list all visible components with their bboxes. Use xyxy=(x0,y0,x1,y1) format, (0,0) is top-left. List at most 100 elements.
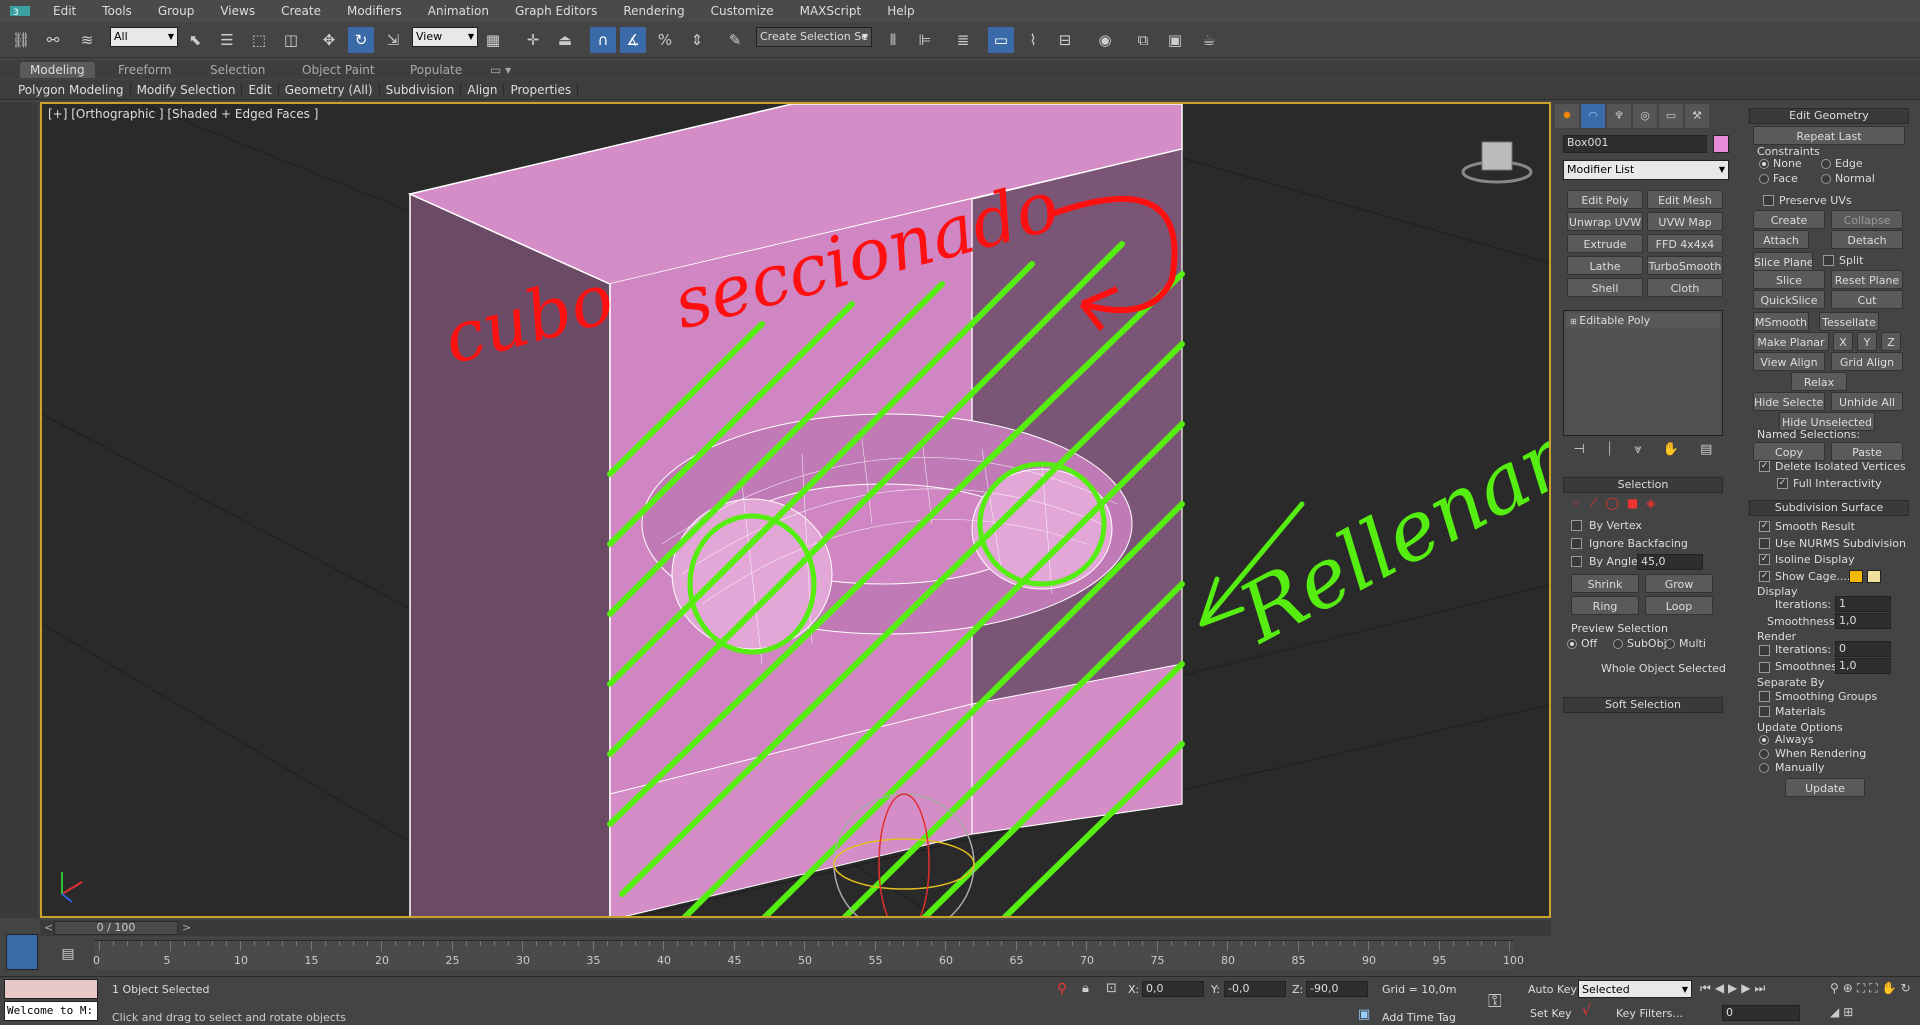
pin-stack-icon[interactable]: ⊣ xyxy=(1574,442,1585,462)
hierarchy-tab-icon[interactable]: ♆ xyxy=(1607,104,1631,128)
menu-help[interactable]: Help xyxy=(874,0,927,22)
maxscript-listener-pink[interactable] xyxy=(4,979,98,999)
menu-animation[interactable]: Animation xyxy=(415,0,502,22)
isoline-checkbox[interactable]: ✓ xyxy=(1759,554,1770,565)
expand-icon[interactable]: ⊞ xyxy=(1570,317,1579,326)
polygon-level-icon[interactable]: ■ xyxy=(1627,496,1638,514)
keyboard-shortcut-icon[interactable]: ⏏ xyxy=(552,27,578,53)
menu-tools[interactable]: Tools xyxy=(89,0,145,22)
link-icon[interactable]: ⛓ xyxy=(8,27,34,53)
menu-group[interactable]: Group xyxy=(145,0,208,22)
set-key-icon[interactable]: ⚿ xyxy=(1488,991,1502,1012)
object-color-swatch[interactable] xyxy=(1713,135,1729,153)
orbit-icon[interactable]: ↻ xyxy=(1901,981,1911,1001)
planar-z-button[interactable]: Z xyxy=(1881,332,1901,351)
turbosmooth-button[interactable]: TurboSmooth xyxy=(1647,256,1723,275)
maximize-viewport-icon[interactable]: ⊞ xyxy=(1843,1005,1853,1024)
modifier-stack[interactable]: ⊞ Editable Poly xyxy=(1563,310,1723,436)
ffd-button[interactable]: FFD 4x4x4 xyxy=(1647,234,1723,253)
menu-graph-editors[interactable]: Graph Editors xyxy=(502,0,610,22)
stack-item-editable-poly[interactable]: ⊞ Editable Poly xyxy=(1566,313,1720,328)
grow-button[interactable]: Grow xyxy=(1645,574,1713,593)
cut-button[interactable]: Cut xyxy=(1831,290,1903,309)
unwrap-uvw-button[interactable]: Unwrap UVW xyxy=(1567,212,1643,231)
ribbon-polygon-modeling[interactable]: Polygon Modeling xyxy=(12,82,131,97)
ribbon-modify-selection[interactable]: Modify Selection xyxy=(131,82,243,97)
menu-create[interactable]: Create xyxy=(268,0,334,22)
loop-button[interactable]: Loop xyxy=(1645,596,1713,615)
unhide-all-button[interactable]: Unhide All xyxy=(1831,392,1903,411)
by-angle-checkbox[interactable] xyxy=(1571,556,1582,567)
preview-subobj-radio[interactable] xyxy=(1613,639,1623,649)
shell-button[interactable]: Shell xyxy=(1567,278,1643,297)
smoothing-groups-checkbox[interactable] xyxy=(1759,691,1770,702)
manipulate-icon[interactable]: ✛ xyxy=(520,27,546,53)
menu-edit[interactable]: Edit xyxy=(40,0,89,22)
time-slider[interactable]: < 0 / 100 > xyxy=(40,920,1551,936)
pan-icon[interactable]: ✋ xyxy=(1882,981,1897,1001)
constraint-edge-radio[interactable] xyxy=(1821,159,1831,169)
cloth-button[interactable]: Cloth xyxy=(1647,278,1723,297)
time-next-icon[interactable]: > xyxy=(182,921,191,934)
msmooth-button[interactable]: MSmooth xyxy=(1753,312,1809,331)
split-checkbox[interactable] xyxy=(1823,255,1834,266)
isolate-selection-icon[interactable]: ⚲ xyxy=(1057,981,1067,997)
select-object-icon[interactable]: ⬉ xyxy=(182,27,208,53)
menu-maxscript[interactable]: MAXScript xyxy=(787,0,875,22)
planar-x-button[interactable]: X xyxy=(1833,332,1853,351)
full-interactivity-checkbox[interactable]: ✓ xyxy=(1777,478,1788,489)
update-when-rendering-radio[interactable] xyxy=(1759,749,1769,759)
key-mode-dropdown[interactable]: Selected xyxy=(1578,980,1692,999)
copy-button[interactable]: Copy xyxy=(1753,442,1825,461)
materials-checkbox[interactable] xyxy=(1759,706,1770,717)
ignore-backfacing-checkbox[interactable] xyxy=(1571,538,1582,549)
prev-frame-icon[interactable]: ◀︎ xyxy=(1715,981,1724,999)
cage-color-swatch[interactable] xyxy=(1849,570,1863,583)
selection-filter-dropdown[interactable]: All xyxy=(110,27,178,47)
selection-rollout-header[interactable]: Selection xyxy=(1563,477,1723,493)
add-time-tag-icon[interactable]: ▣ xyxy=(1358,1007,1370,1022)
rect-selection-icon[interactable]: ⬚ xyxy=(246,27,272,53)
edit-named-sets-icon[interactable]: ✎ xyxy=(722,27,748,53)
go-to-start-icon[interactable]: ⏮ xyxy=(1700,981,1711,999)
ribbon-edit[interactable]: Edit xyxy=(242,82,279,97)
paste-button[interactable]: Paste xyxy=(1831,442,1903,461)
time-prev-icon[interactable]: < xyxy=(44,921,53,934)
edge-level-icon[interactable]: ⟋ xyxy=(1589,496,1597,514)
maxscript-listener-input[interactable]: Welcome to M: xyxy=(4,1001,98,1021)
snaps-toggle-icon[interactable]: ∩ xyxy=(590,27,616,53)
view-align-button[interactable]: View Align xyxy=(1753,352,1825,371)
update-button[interactable]: Update xyxy=(1785,778,1865,797)
constraint-face-radio[interactable] xyxy=(1759,174,1769,184)
material-editor-icon[interactable]: ◉ xyxy=(1092,27,1118,53)
smooth-result-checkbox[interactable]: ✓ xyxy=(1759,521,1770,532)
ribbon-options-icon[interactable]: ▭ ▾ xyxy=(480,62,521,78)
reset-plane-button[interactable]: Reset Plane xyxy=(1831,270,1903,289)
viewcube-icon[interactable] xyxy=(1461,141,1533,184)
ribbon-properties[interactable]: Properties xyxy=(504,82,579,97)
delete-isolated-checkbox[interactable]: ✓ xyxy=(1759,461,1770,472)
zoom-extents-all-icon[interactable]: ⛶ xyxy=(1869,981,1877,1001)
planar-y-button[interactable]: Y xyxy=(1857,332,1877,351)
render-smoothness-checkbox[interactable] xyxy=(1759,662,1770,673)
preview-off-radio[interactable] xyxy=(1567,639,1577,649)
schematic-view-icon[interactable]: ⊟ xyxy=(1052,27,1078,53)
add-time-tag-label[interactable]: Add Time Tag xyxy=(1382,1011,1456,1024)
layer-manager-icon[interactable]: ≣ xyxy=(950,27,976,53)
edit-geometry-rollout-header[interactable]: Edit Geometry xyxy=(1749,108,1909,124)
slice-button[interactable]: Slice xyxy=(1753,270,1825,289)
display-smoothness-spinner[interactable]: 1,0 xyxy=(1835,613,1891,629)
time-slider-thumb[interactable]: 0 / 100 xyxy=(54,921,178,935)
unlink-icon[interactable]: ⚯ xyxy=(40,27,66,53)
edit-poly-button[interactable]: Edit Poly xyxy=(1567,190,1643,209)
selection-lock-icon[interactable]: 🔒︎ xyxy=(1082,981,1089,996)
tab-modeling[interactable]: Modeling xyxy=(20,62,95,78)
angle-spinner[interactable]: 45,0 xyxy=(1637,554,1703,570)
ring-button[interactable]: Ring xyxy=(1571,596,1639,615)
use-nurms-checkbox[interactable] xyxy=(1759,538,1770,549)
window-crossing-icon[interactable]: ◫ xyxy=(278,27,304,53)
modify-tab-icon[interactable]: ◠ xyxy=(1581,104,1605,128)
key-filters-button[interactable]: Key Filters... xyxy=(1616,1007,1683,1020)
ribbon-subdivision[interactable]: Subdivision xyxy=(380,82,462,97)
edit-mesh-button[interactable]: Edit Mesh xyxy=(1647,190,1723,209)
